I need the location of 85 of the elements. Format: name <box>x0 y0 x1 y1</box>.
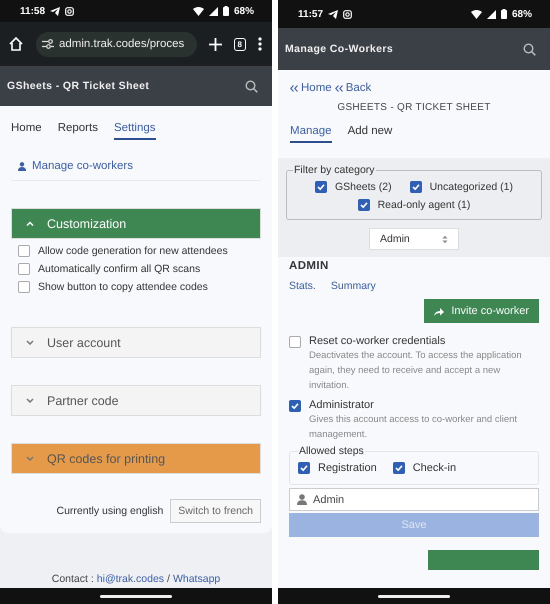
checkbox[interactable] <box>298 462 310 474</box>
name-field[interactable]: Admin <box>289 488 539 511</box>
status-time: 11:57 <box>298 8 324 20</box>
signal-icon <box>486 10 496 18</box>
wifi-icon <box>470 10 482 18</box>
breadcrumb-link[interactable]: Home <box>301 82 332 94</box>
setting-description: Deactivates the account. To access the application again, they need to receive and accept a new invitation. <box>309 349 523 393</box>
battery-icon <box>222 6 229 16</box>
search-icon[interactable] <box>523 42 536 56</box>
tune-icon[interactable] <box>42 39 54 49</box>
send-icon <box>328 10 338 18</box>
checkbox[interactable] <box>392 462 405 474</box>
status-time: 11:58 <box>20 6 46 16</box>
person-icon <box>297 494 307 505</box>
nav-tab[interactable]: Settings <box>114 122 156 140</box>
switch-language-button[interactable]: Switch to french <box>170 499 261 523</box>
checkbox[interactable] <box>18 263 30 275</box>
group-title: ADMIN <box>288 259 330 272</box>
chevron-down-icon <box>26 456 34 461</box>
role-select[interactable]: Admin <box>369 228 459 250</box>
app-title: GSheets - QR Ticket Sheet <box>7 80 150 92</box>
battery-icon <box>500 9 507 19</box>
accordion-header[interactable]: User account <box>11 327 261 358</box>
option-label: Uncategorized (1) <box>430 181 514 193</box>
whatsapp-link[interactable]: Whatsapp <box>172 573 220 585</box>
email-link[interactable]: hi@trak.codes <box>96 573 164 585</box>
send-icon <box>50 6 60 16</box>
option-label: Show button to copy attendee codes <box>38 281 208 293</box>
chevron-up-icon <box>26 221 34 226</box>
accordion-header[interactable]: Customization <box>11 208 261 239</box>
home-icon[interactable] <box>8 36 24 52</box>
option-label: Registration <box>318 462 377 474</box>
tab-count-button[interactable]: 8 <box>234 38 246 50</box>
page-subtitle: GSHEETS - QR TICKET SHEET <box>336 101 492 113</box>
option-label: Check-in <box>412 462 456 474</box>
checkbox[interactable] <box>289 336 301 348</box>
battery-level: 68% <box>234 6 254 16</box>
home-handle[interactable] <box>378 594 450 598</box>
option-label: GSheets (2) <box>334 181 392 193</box>
checkbox[interactable] <box>314 181 327 193</box>
search-icon[interactable] <box>245 80 258 92</box>
double-chevron-icon <box>290 84 298 92</box>
breadcrumb-link[interactable]: Back <box>346 82 372 94</box>
double-chevron-icon <box>334 84 343 92</box>
checkbox[interactable] <box>18 245 30 257</box>
address-bar[interactable]: admin.trak.codes/proces <box>36 32 197 56</box>
chevron-down-icon <box>26 340 34 345</box>
nav-tab[interactable]: Add new <box>348 125 392 143</box>
page-link[interactable]: Summary <box>330 280 376 292</box>
chevron-down-icon <box>26 398 34 403</box>
language-status: Currently using english <box>56 505 164 517</box>
separator: / <box>167 573 170 585</box>
nav-tab[interactable]: Manage <box>290 125 332 143</box>
app-title: Manage Co-Workers <box>285 43 394 55</box>
accordion-header[interactable]: Partner code <box>11 385 261 416</box>
option-label: Allow code generation for new attendees <box>38 245 228 257</box>
signal-icon <box>208 6 218 16</box>
option-label: Automatically confirm all QR scans <box>38 263 200 275</box>
sort-arrows-icon <box>442 234 448 244</box>
share-arrow-icon <box>434 306 444 316</box>
nav-tab[interactable]: Reports <box>58 122 98 140</box>
setting-label: Administrator <box>309 399 375 411</box>
checkbox[interactable] <box>410 181 422 193</box>
checkbox[interactable] <box>289 400 301 412</box>
home-handle[interactable] <box>100 594 172 598</box>
setting-label: Reset co-worker credentials <box>309 335 446 347</box>
checkbox[interactable] <box>358 199 370 211</box>
filter-legend: Filter by category <box>293 164 376 176</box>
camera-icon <box>65 6 74 16</box>
checkbox[interactable] <box>18 281 30 293</box>
battery-level: 68% <box>512 8 532 20</box>
wifi-icon <box>192 6 204 16</box>
plus-icon[interactable] <box>208 38 222 50</box>
person-icon <box>18 162 26 170</box>
accordion-header[interactable]: QR codes for printing <box>11 443 261 474</box>
more-icon[interactable] <box>258 37 262 51</box>
option-label: Read-only agent (1) <box>378 199 470 211</box>
steps-legend: Allowed steps <box>298 445 365 457</box>
page-link[interactable]: Stats. <box>289 280 316 292</box>
invite-button[interactable]: Invite co-worker <box>424 299 539 323</box>
setting-description: Gives this account access to co-worker and client management. <box>309 413 518 442</box>
camera-icon <box>343 10 352 18</box>
contact-label: Contact : <box>52 573 94 585</box>
nav-tab[interactable]: Home <box>11 122 42 140</box>
manage-co-workers-link[interactable]: Manage co-workers <box>32 160 133 172</box>
